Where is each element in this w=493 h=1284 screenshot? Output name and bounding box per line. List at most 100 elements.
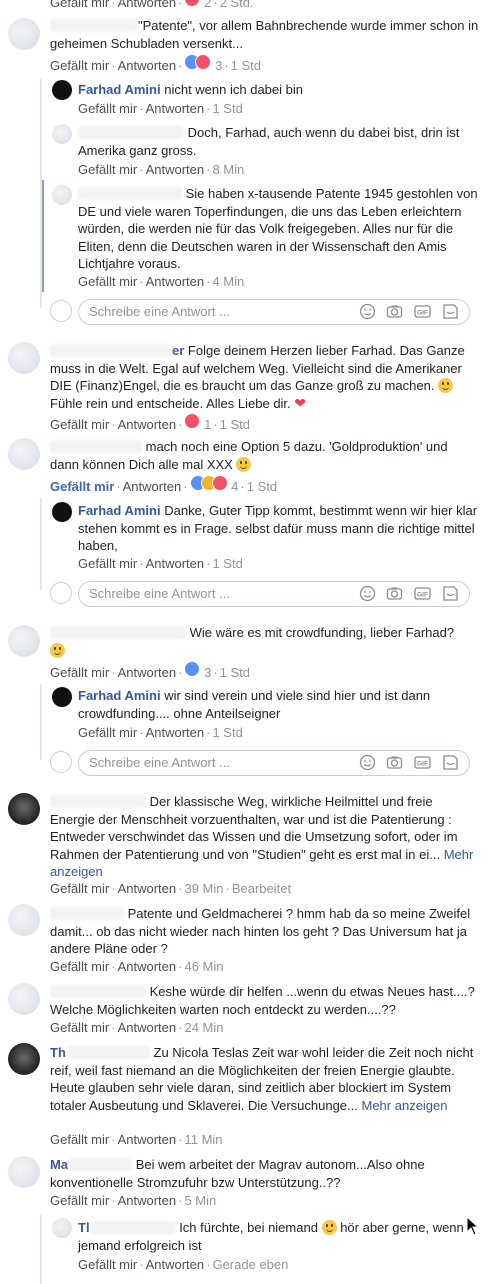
like-link[interactable]: Gefällt mir [50,881,109,896]
avatar[interactable] [8,18,40,50]
comment-text: Der klassische Weg, wirkliche Heilmittel… [50,794,474,879]
reply-link[interactable]: Antworten [118,881,177,896]
avatar[interactable] [8,625,40,657]
like-link[interactable]: Gefällt mir [50,1193,109,1208]
reply-actions: Gefällt mir · Antworten · Gerade eben [78,1257,289,1272]
comment-text: Patente und Geldmacherei ? hmm hab da so… [50,906,471,956]
avatar[interactable] [8,1156,40,1188]
author-name[interactable]: Ma [50,1157,68,1172]
love-reaction-icon [184,0,201,7]
reply-link[interactable]: Antworten [118,1193,177,1208]
reply-link[interactable]: Antworten [118,959,177,974]
reply-link[interactable]: Antworten [118,1020,177,1035]
comment-actions: Gefällt mir · Antworten · 3 · 1 Std [50,54,261,74]
reply-text: Tl Ich fürchte, bei niemand hör aber ger… [78,1220,464,1253]
reactions[interactable] [184,54,212,70]
comment-text: er Folge deinem Herzen lieber Farhad. Da… [50,343,465,411]
like-link[interactable]: Gefällt mir [50,959,109,974]
wink-emoji-icon [438,378,454,393]
like-link[interactable]: Gefällt mir [50,1020,109,1035]
love-reaction-icon [195,54,212,70]
reply-input[interactable]: Schreibe eine Antwort ... GIF [78,750,470,776]
like-link[interactable]: Gefällt mir [78,162,137,177]
reply-link[interactable]: Antworten [146,725,205,740]
reply-text: Farhad Amini wir sind verein und viele s… [78,688,431,721]
avatar[interactable] [52,687,72,707]
like-link[interactable]: Gefällt mir [78,274,137,289]
sticker-icon[interactable] [442,754,459,771]
reply-input[interactable]: Schreibe eine Antwort ... GIF [78,299,470,325]
comment-actions: Gefällt mir · Antworten · 11 Min [50,1132,223,1147]
thread-line [40,1214,42,1284]
avatar[interactable] [52,124,72,144]
like-link[interactable]: Gefällt mir [50,417,109,432]
reply-input[interactable]: Schreibe eine Antwort ... GIF [78,581,470,607]
gif-icon[interactable]: GIF [414,303,431,320]
svg-text:GIF: GIF [417,592,428,599]
reply-link[interactable]: Antworten [118,665,177,680]
like-link[interactable]: Gefällt mir [78,101,137,116]
comment-text: Ma Bei wem arbeitet der Magrav autonom..… [50,1157,425,1190]
avatar[interactable] [8,342,40,374]
gif-icon[interactable]: GIF [414,754,431,771]
like-link[interactable]: Gefällt mir [50,58,109,73]
love-reaction-icon [184,413,201,429]
reply-link[interactable]: Antworten [146,556,205,571]
comment-actions: Gefällt mir · Antworten · 3 · 1 Std [50,661,250,681]
camera-icon[interactable] [386,303,403,320]
see-more-link[interactable]: Mehr anzeigen [362,1098,448,1113]
reply-avatar [50,751,72,773]
wink-emoji-icon [236,456,252,472]
author-name[interactable]: Th [50,1045,66,1060]
avatar[interactable] [8,438,40,470]
author-name[interactable]: Farhad Amini [78,688,161,703]
reply-link[interactable]: Antworten [118,58,177,73]
like-link[interactable]: Gefällt mir [50,665,109,680]
like-link[interactable]: Gefällt mir [78,1257,137,1272]
avatar[interactable] [52,1218,72,1238]
reply-link[interactable]: Antworten [118,417,177,432]
camera-icon[interactable] [386,585,403,602]
reactions[interactable] [184,413,201,429]
reply-link[interactable]: Antworten [146,1257,205,1272]
avatar[interactable] [8,904,40,936]
camera-icon[interactable] [386,754,403,771]
reply-link[interactable]: Antworten [146,274,205,289]
emoji-icon[interactable] [359,585,376,602]
reply-link[interactable]: Antworten [146,101,205,116]
avatar[interactable] [52,185,72,205]
avatar[interactable] [8,983,40,1015]
reply-avatar [50,582,72,604]
mouse-cursor-icon [466,1216,480,1236]
like-link[interactable]: Gefällt mir [50,1132,109,1147]
emoji-icon[interactable] [359,303,376,320]
like-link[interactable]: Gefällt mir [78,556,137,571]
avatar[interactable] [52,502,72,522]
comment-actions: Gefällt mir · Antworten · 46 Min [50,959,224,974]
reply-link[interactable]: Antworten [123,479,182,494]
avatar[interactable] [8,793,40,825]
avatar[interactable] [8,1043,40,1075]
gif-icon[interactable]: GIF [414,585,431,602]
thread-line [40,684,42,760]
like-link[interactable]: Gefällt mir [50,0,109,10]
reply-link[interactable]: Antworten [118,1132,177,1147]
comment-text: Wie wäre es mit crowdfunding, lieber Far… [50,624,480,659]
author-name[interactable]: Farhad Amini [78,503,161,518]
reactions[interactable] [184,661,201,677]
avatar[interactable] [52,80,72,100]
reply-text: Farhad Amini nicht wenn ich dabei bin [78,82,303,97]
reply-link[interactable]: Antworten [118,0,177,10]
reactions[interactable] [189,475,228,491]
author-name[interactable]: Tl [78,1220,90,1235]
comment-text: Keshe würde dir helfen ...wenn du etwas … [50,984,475,1017]
reactions[interactable] [184,0,201,7]
sticker-icon[interactable] [442,303,459,320]
like-link[interactable]: Gefällt mir [50,479,114,494]
author-name[interactable]: Farhad Amini [78,82,161,97]
emoji-icon[interactable] [359,754,376,771]
sticker-icon[interactable] [442,585,459,602]
reply-link[interactable]: Antworten [146,162,205,177]
like-link[interactable]: Gefällt mir [78,725,137,740]
comment-actions: Gefällt mir · Antworten · 24 Min [50,1020,224,1035]
